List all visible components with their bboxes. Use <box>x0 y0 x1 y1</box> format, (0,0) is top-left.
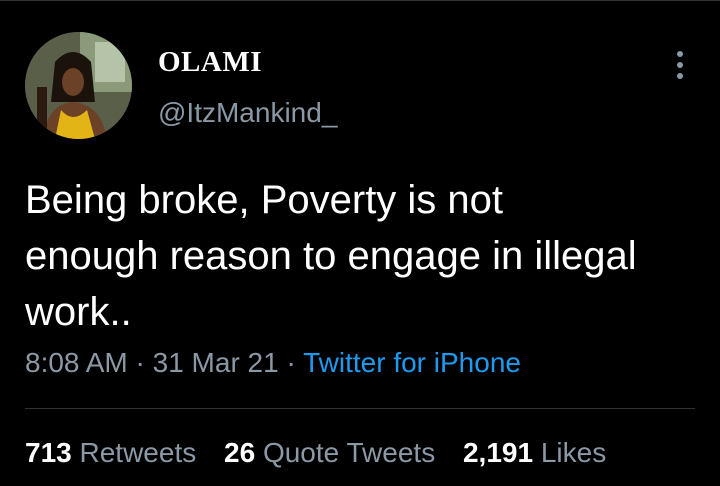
more-vertical-icon-dot <box>677 73 683 79</box>
likes-label: Likes <box>540 437 607 468</box>
tweet-source-link[interactable]: Twitter for iPhone <box>303 347 521 378</box>
meta-separator: · <box>286 347 296 378</box>
meta-separator: · <box>135 347 145 378</box>
retweets-label: Retweets <box>79 437 197 468</box>
display-name[interactable]: OLAMI <box>158 45 262 79</box>
quote-tweets-stat[interactable]: 26 Quote Tweets <box>224 435 435 471</box>
tweet-stats: 713 Retweets 26 Quote Tweets 2,191 Likes <box>25 435 626 471</box>
quote-tweets-count: 26 <box>224 437 256 468</box>
avatar-photo <box>25 32 132 139</box>
divider <box>25 408 695 409</box>
quote-tweets-label: Quote Tweets <box>262 437 436 468</box>
retweets-count: 713 <box>25 437 72 468</box>
likes-stat[interactable]: 2,191 Likes <box>463 435 606 471</box>
tweet-metadata: 8:08 AM · 31 Mar 21 · Twitter for iPhone <box>25 345 521 381</box>
more-vertical-icon-dot <box>677 62 683 68</box>
tweet-time[interactable]: 8:08 AM <box>25 347 128 378</box>
tweet-date[interactable]: 31 Mar 21 <box>153 347 279 378</box>
likes-count: 2,191 <box>462 437 534 468</box>
top-border <box>0 0 720 1</box>
avatar[interactable] <box>25 32 132 139</box>
tweet-text: Being broke, Poverty is not enough reaso… <box>25 178 637 334</box>
more-options-button[interactable] <box>664 48 696 82</box>
retweets-stat[interactable]: 713 Retweets <box>25 435 196 471</box>
user-handle[interactable]: @ItzMankind_ <box>158 96 337 130</box>
more-vertical-icon <box>677 51 683 57</box>
